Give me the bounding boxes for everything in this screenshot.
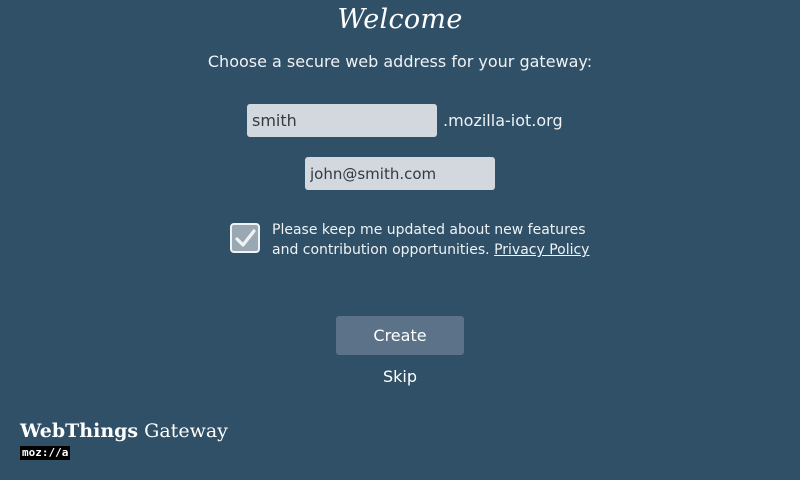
page-title: Welcome <box>337 4 463 35</box>
skip-link[interactable]: Skip <box>0 367 800 386</box>
subdomain-input[interactable] <box>247 104 437 137</box>
checkmark-icon <box>235 229 256 247</box>
create-button[interactable]: Create <box>336 316 464 355</box>
email-field[interactable] <box>305 157 495 190</box>
opt-in-label: Please keep me updated about new feature… <box>272 220 602 260</box>
domain-suffix: .mozilla-iot.org <box>443 111 563 130</box>
page-subtitle: Choose a secure web address for your gat… <box>207 52 593 71</box>
mozilla-logo: moz://a <box>20 446 71 460</box>
opt-in-checkbox[interactable] <box>230 223 260 253</box>
brand-name-regular: Gateway <box>138 420 228 442</box>
privacy-policy-link[interactable]: Privacy Policy <box>494 242 589 258</box>
webthings-logo: WebThings Gateway <box>20 420 228 442</box>
brand-name-bold: WebThings <box>20 420 139 442</box>
